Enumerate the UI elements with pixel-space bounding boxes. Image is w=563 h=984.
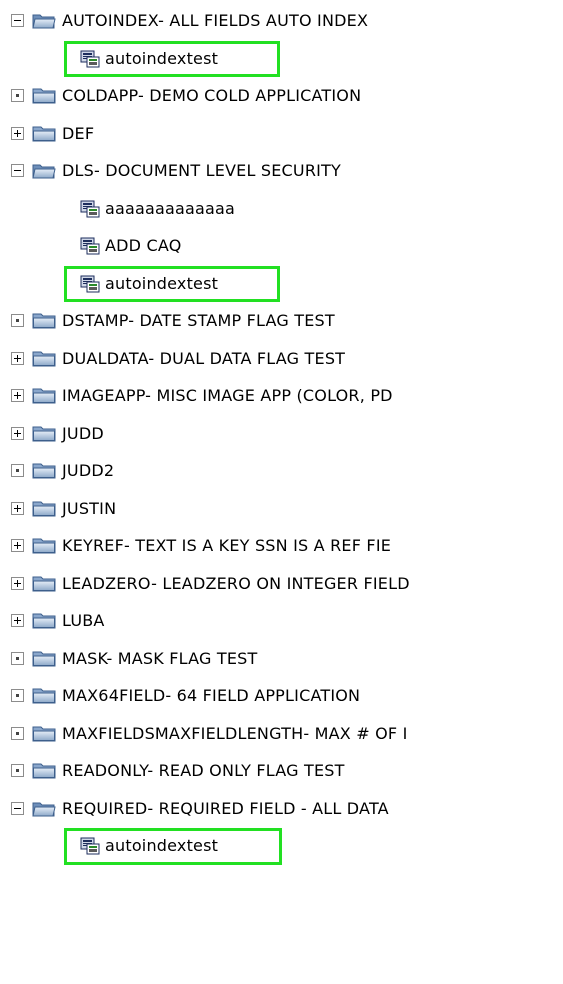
toggle-icon[interactable] <box>11 314 24 327</box>
tree-folder-row[interactable]: DLS- DOCUMENT LEVEL SECURITY <box>0 153 563 191</box>
folder-label[interactable]: IMAGEAPP- MISC IMAGE APP (COLOR, PD <box>62 386 393 406</box>
toggle-icon[interactable] <box>11 689 24 702</box>
tree-folder-row[interactable]: AUTOINDEX- ALL FIELDS AUTO INDEX <box>0 3 563 41</box>
folder-icon <box>32 87 56 104</box>
folder-label[interactable]: LEADZERO- LEADZERO ON INTEGER FIELD <box>62 574 410 594</box>
folder-label[interactable]: READONLY- READ ONLY FLAG TEST <box>62 761 345 781</box>
tree-item-row[interactable]: ADD CAQ <box>0 228 563 266</box>
folder-icon <box>32 12 56 29</box>
expand-toggle-icon[interactable] <box>11 351 24 365</box>
folder-icon <box>32 462 56 479</box>
folder-label[interactable]: DSTAMP- DATE STAMP FLAG TEST <box>62 311 335 331</box>
tree-item-row[interactable]: aaaaaaaaaaaaa <box>0 191 563 229</box>
document-index-icon <box>80 50 100 68</box>
tree-folder-row[interactable]: REQUIRED- REQUIRED FIELD - ALL DATA <box>0 791 563 829</box>
tree-item-row[interactable]: autoindextest <box>0 828 563 866</box>
tree-folder-row[interactable]: COLDAPP- DEMO COLD APPLICATION <box>0 78 563 116</box>
folder-label[interactable]: JUDD2 <box>62 461 114 481</box>
folder-icon <box>32 725 56 742</box>
folder-icon <box>32 575 56 592</box>
item-label[interactable]: autoindextest <box>105 836 218 856</box>
expand-toggle-icon[interactable] <box>11 539 24 552</box>
folder-label[interactable]: JUDD <box>62 424 104 444</box>
folder-icon <box>32 762 56 779</box>
expand-toggle-icon[interactable] <box>11 389 24 402</box>
folder-label[interactable]: LUBA <box>62 611 105 631</box>
document-index-icon <box>80 200 100 218</box>
document-index-icon <box>80 275 100 293</box>
tree-folder-row[interactable]: JUDD <box>0 416 563 454</box>
folder-label[interactable]: COLDAPP- DEMO COLD APPLICATION <box>62 86 361 106</box>
toggle-icon[interactable] <box>11 726 24 740</box>
item-label[interactable]: aaaaaaaaaaaaa <box>105 199 235 219</box>
folder-label[interactable]: DEF <box>62 124 94 144</box>
tree-folder-row[interactable]: JUDD2 <box>0 453 563 491</box>
tree-item-row[interactable]: autoindextest <box>0 40 563 79</box>
tree-folder-row[interactable]: LUBA <box>0 603 563 641</box>
tree-folder-row[interactable]: MAXFIELDSMAXFIELDLENGTH- MAX # OF I <box>0 716 563 754</box>
tree-folder-row[interactable]: IMAGEAPP- MISC IMAGE APP (COLOR, PD <box>0 378 563 416</box>
folder-icon <box>32 425 56 442</box>
folder-icon <box>32 162 56 179</box>
folder-icon <box>32 650 56 667</box>
folder-label[interactable]: MASK- MASK FLAG TEST <box>62 649 258 669</box>
folder-label[interactable]: DUALDATA- DUAL DATA FLAG TEST <box>62 349 345 369</box>
folder-icon <box>32 387 56 404</box>
toggle-icon[interactable] <box>11 89 24 102</box>
item-label[interactable]: autoindextest <box>105 274 218 294</box>
tree-folder-row[interactable]: DSTAMP- DATE STAMP FLAG TEST <box>0 303 563 341</box>
expand-toggle-icon[interactable] <box>11 576 24 590</box>
folder-icon <box>32 612 56 629</box>
folder-icon <box>32 312 56 329</box>
folder-label[interactable]: KEYREF- TEXT IS A KEY SSN IS A REF FIE <box>62 536 391 556</box>
toggle-icon[interactable] <box>11 464 24 477</box>
folder-icon <box>32 800 56 817</box>
tree-folder-row[interactable]: MAX64FIELD- 64 FIELD APPLICATION <box>0 678 563 716</box>
expand-toggle-icon[interactable] <box>11 614 24 627</box>
toggle-icon[interactable] <box>11 651 24 665</box>
expand-toggle-icon[interactable] <box>11 126 24 140</box>
folder-icon <box>32 125 56 142</box>
folder-icon <box>32 500 56 517</box>
toggle-icon[interactable] <box>11 764 24 777</box>
collapse-toggle-icon[interactable] <box>11 801 24 815</box>
expand-toggle-icon[interactable] <box>11 501 24 515</box>
tree-folder-row[interactable]: READONLY- READ ONLY FLAG TEST <box>0 753 563 791</box>
tree-item-row[interactable]: autoindextest <box>0 265 563 304</box>
folder-label[interactable]: MAXFIELDSMAXFIELDLENGTH- MAX # OF I <box>62 724 407 744</box>
document-index-icon <box>80 837 100 855</box>
collapse-toggle-icon[interactable] <box>11 14 24 27</box>
item-label[interactable]: autoindextest <box>105 49 218 69</box>
item-label[interactable]: ADD CAQ <box>105 236 182 256</box>
folder-label[interactable]: JUSTIN <box>62 499 116 519</box>
collapse-toggle-icon[interactable] <box>11 164 24 177</box>
folder-label[interactable]: AUTOINDEX- ALL FIELDS AUTO INDEX <box>62 11 368 31</box>
folder-tree: AUTOINDEX- ALL FIELDS AUTO INDEX autoinde… <box>0 3 563 866</box>
folder-label[interactable]: REQUIRED- REQUIRED FIELD - ALL DATA <box>62 799 389 819</box>
tree-folder-row[interactable]: DEF <box>0 116 563 154</box>
tree-folder-row[interactable]: KEYREF- TEXT IS A KEY SSN IS A REF FIE <box>0 528 563 566</box>
folder-icon <box>32 350 56 367</box>
folder-icon <box>32 537 56 554</box>
folder-label[interactable]: MAX64FIELD- 64 FIELD APPLICATION <box>62 686 360 706</box>
expand-toggle-icon[interactable] <box>11 426 24 440</box>
tree-folder-row[interactable]: LEADZERO- LEADZERO ON INTEGER FIELD <box>0 566 563 604</box>
tree-folder-row[interactable]: JUSTIN <box>0 491 563 529</box>
folder-icon <box>32 687 56 704</box>
tree-folder-row[interactable]: DUALDATA- DUAL DATA FLAG TEST <box>0 341 563 379</box>
document-index-icon <box>80 237 100 255</box>
folder-label[interactable]: DLS- DOCUMENT LEVEL SECURITY <box>62 161 341 181</box>
tree-folder-row[interactable]: MASK- MASK FLAG TEST <box>0 641 563 679</box>
